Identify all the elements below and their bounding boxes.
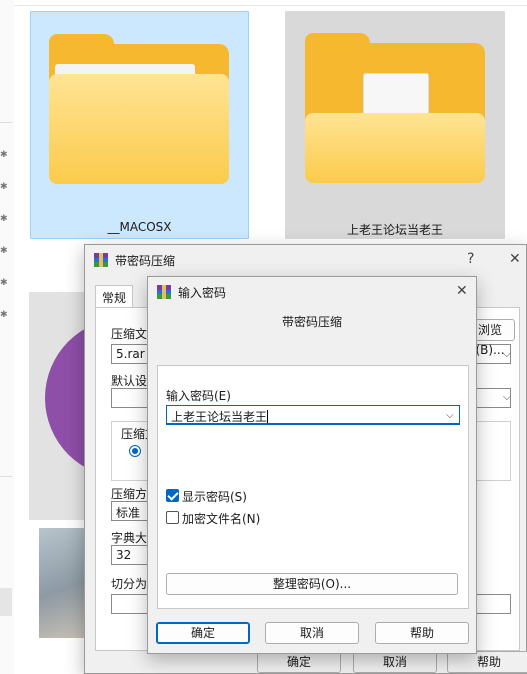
password-dialog-titlebar[interactable]: 输入密码 ✕ bbox=[148, 277, 476, 307]
show-password-checkbox[interactable] bbox=[166, 489, 179, 502]
help-button[interactable]: 帮助 bbox=[375, 622, 469, 644]
folder-name: 上老王论坛当老王 bbox=[346, 223, 443, 237]
password-value: 上老王论坛当老王 bbox=[171, 410, 268, 424]
cancel-button[interactable]: 取消 bbox=[353, 651, 437, 673]
split-label: 切分为 bbox=[111, 577, 148, 591]
folder-icon bbox=[49, 34, 229, 184]
ok-button[interactable]: 确定 bbox=[156, 622, 250, 644]
pin-icon[interactable]: ✱ bbox=[0, 150, 10, 160]
encrypt-filenames-checkbox[interactable] bbox=[166, 511, 179, 524]
method-label: 压缩方 bbox=[111, 487, 148, 501]
pin-icon[interactable]: ✱ bbox=[0, 310, 10, 320]
password-dialog-header: 带密码压缩 bbox=[281, 315, 342, 329]
encrypt-filenames-label[interactable]: 加密文件名(N) bbox=[182, 510, 260, 527]
folder-name: __MACOSX bbox=[107, 220, 172, 234]
archive-name-value: 5.rar bbox=[116, 347, 145, 361]
tab-general[interactable]: 常规 bbox=[95, 285, 134, 309]
folder-icon bbox=[305, 33, 485, 183]
dialog-title: 带密码压缩 bbox=[115, 254, 176, 268]
password-input[interactable]: 上老王论坛当老王 bbox=[166, 405, 460, 425]
archive-name-label: 压缩文 bbox=[111, 327, 148, 341]
password-label: 输入密码(E) bbox=[166, 389, 231, 403]
pin-icon[interactable]: ✱ bbox=[0, 214, 10, 224]
folder-item[interactable]: 上老王论坛当老王 bbox=[285, 11, 505, 239]
chevron-down-icon[interactable]: ⌵ bbox=[503, 392, 511, 403]
pin-icon[interactable]: ✱ bbox=[0, 246, 10, 256]
organize-passwords-button[interactable]: 整理密码(O)... bbox=[166, 573, 458, 595]
folder-item-macosx[interactable]: __MACOSX bbox=[30, 11, 249, 239]
default-profile-label: 默认设 bbox=[111, 374, 148, 388]
pin-icon[interactable]: ✱ bbox=[0, 182, 10, 192]
dialog-title: 输入密码 bbox=[178, 286, 227, 300]
format-rar-radio[interactable] bbox=[129, 445, 141, 457]
top-divider bbox=[0, 5, 527, 6]
nav-divider bbox=[0, 122, 12, 123]
help-icon[interactable]: ? bbox=[467, 251, 474, 267]
navigation-pane: ✱ ✱ ✱ ✱ ✱ ✱ bbox=[0, 0, 14, 674]
dict-size-label: 字典大 bbox=[111, 531, 148, 545]
dict-size-value: 32 bbox=[116, 548, 132, 562]
text-caret bbox=[267, 410, 269, 423]
cancel-button[interactable]: 取消 bbox=[265, 622, 359, 644]
winrar-icon bbox=[94, 253, 108, 267]
winrar-icon bbox=[157, 285, 171, 299]
ok-button[interactable]: 确定 bbox=[257, 651, 341, 673]
method-value: 标准 bbox=[116, 506, 141, 520]
photo-thumbnail[interactable] bbox=[39, 528, 89, 638]
password-dialog: 输入密码 ✕ 带密码压缩 输入密码(E) 上老王论坛当老王 ⌵ 显示密码(S) … bbox=[147, 276, 477, 654]
nav-divider bbox=[0, 476, 12, 477]
close-icon[interactable]: ✕ bbox=[456, 283, 468, 299]
show-password-label[interactable]: 显示密码(S) bbox=[182, 488, 247, 505]
archive-dialog-titlebar[interactable]: 带密码压缩 ? ✕ bbox=[85, 245, 526, 275]
nav-selected-item[interactable] bbox=[0, 588, 12, 616]
close-icon[interactable]: ✕ bbox=[509, 251, 521, 267]
pin-icon[interactable]: ✱ bbox=[0, 278, 10, 288]
help-button[interactable]: 帮助 bbox=[447, 651, 527, 673]
chevron-down-icon[interactable]: ⌵ bbox=[446, 410, 454, 421]
